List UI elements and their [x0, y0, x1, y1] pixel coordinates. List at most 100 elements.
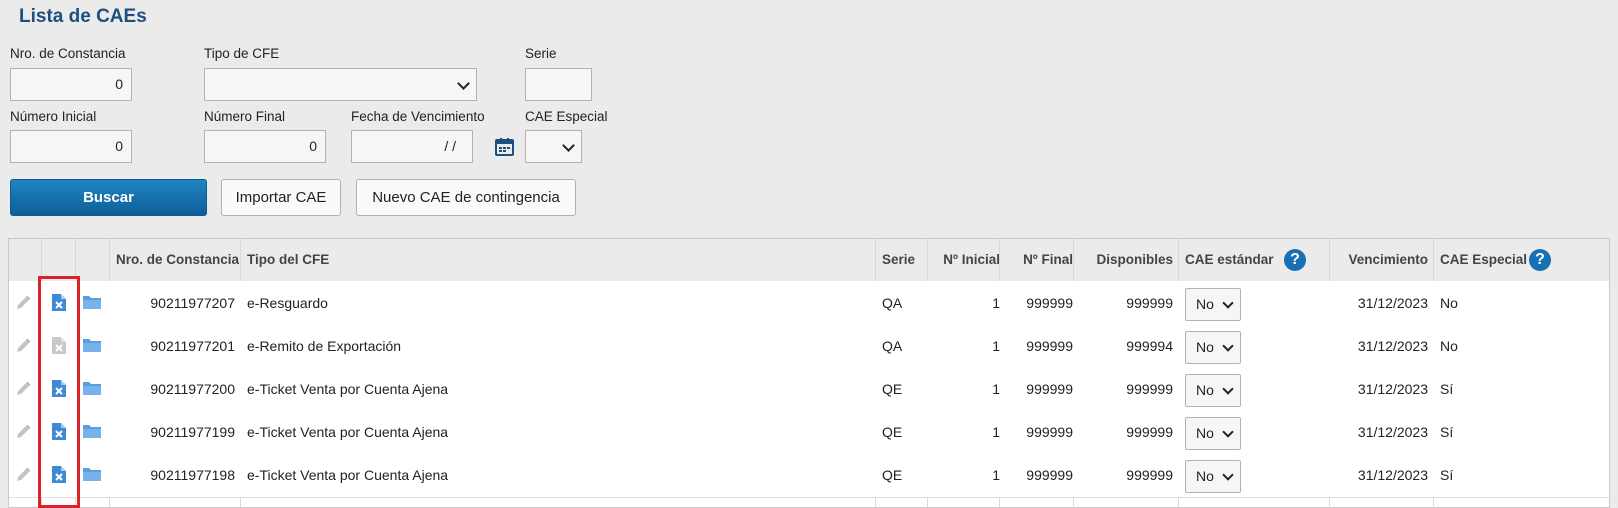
- cell-serie: QA: [882, 338, 903, 354]
- fecha-vencimiento-label: Fecha de Vencimiento: [351, 109, 485, 124]
- cell-nro-final: 999999: [1026, 424, 1073, 440]
- pencil-icon[interactable]: [15, 336, 33, 357]
- delete-file-icon[interactable]: [51, 293, 67, 315]
- cae-estandar-select[interactable]: No: [1185, 417, 1241, 450]
- cell-vencimiento: 31/12/2023: [1357, 295, 1428, 311]
- cell-disponibles: 999999: [1126, 381, 1173, 397]
- cell-nro-constancia: 90211977201: [150, 338, 235, 354]
- col-disponibles[interactable]: Disponibles: [1073, 239, 1173, 281]
- col-nro-final[interactable]: Nº Final: [999, 239, 1073, 281]
- pencil-icon[interactable]: [15, 465, 33, 486]
- folder-icon[interactable]: [82, 380, 102, 399]
- cell-tipo-cfe: e-Ticket Venta por Cuenta Ajena: [247, 424, 449, 440]
- pencil-icon[interactable]: [15, 293, 33, 314]
- chevron-down-icon: [1222, 469, 1234, 481]
- table-row: 90211977207 e-Resguardo QA 1 999999 999999 No 3…: [9, 281, 1609, 326]
- cell-disponibles: 999999: [1126, 424, 1173, 440]
- cell-serie: QE: [882, 467, 903, 483]
- folder-icon[interactable]: [82, 294, 102, 313]
- cae-estandar-select[interactable]: No: [1185, 331, 1241, 364]
- cae-estandar-value: No: [1196, 339, 1214, 355]
- calendar-icon[interactable]: [495, 138, 514, 156]
- numero-inicial-label: Número Inicial: [10, 109, 97, 124]
- cell-disponibles: 999994: [1126, 338, 1173, 354]
- cae-estandar-value: No: [1196, 425, 1214, 441]
- nuevo-cae-contingencia-button[interactable]: Nuevo CAE de contingencia: [356, 179, 576, 216]
- cell-nro-final: 999999: [1026, 467, 1073, 483]
- table-row: 90211977198 e-Ticket Venta por Cuenta Aje…: [9, 453, 1609, 498]
- help-icon[interactable]: ?: [1529, 249, 1551, 271]
- cell-nro-constancia: 90211977207: [150, 295, 235, 311]
- cell-disponibles: 999999: [1126, 467, 1173, 483]
- chevron-down-icon: [1222, 297, 1234, 309]
- cell-nro-final: 999999: [1026, 381, 1073, 397]
- col-vencimiento[interactable]: Vencimiento: [1329, 239, 1428, 281]
- col-serie[interactable]: Serie: [882, 239, 915, 281]
- chevron-down-icon: [1222, 426, 1234, 438]
- table-row: 90211977201 e-Remito de Exportación QA 1 999…: [9, 324, 1609, 369]
- folder-icon[interactable]: [82, 466, 102, 485]
- cell-nro-constancia: 90211977198: [150, 467, 235, 483]
- numero-final-input[interactable]: 0: [204, 130, 326, 163]
- cell-serie: QA: [882, 295, 903, 311]
- cell-cae-especial: Sí: [1440, 467, 1454, 483]
- col-nro-inicial[interactable]: Nº Inicial: [927, 239, 1000, 281]
- col-cae-especial[interactable]: CAE Especial: [1440, 239, 1527, 281]
- cell-nro-inicial: 1: [992, 295, 1000, 311]
- help-icon[interactable]: ?: [1284, 249, 1306, 271]
- cell-cae-especial: Sí: [1440, 381, 1454, 397]
- cell-cae-especial: Sí: [1440, 424, 1454, 440]
- cell-vencimiento: 31/12/2023: [1357, 338, 1428, 354]
- serie-input[interactable]: [525, 68, 592, 101]
- numero-final-label: Número Final: [204, 109, 286, 124]
- fecha-vencimiento-input[interactable]: / /: [351, 130, 473, 163]
- cae-estandar-select[interactable]: No: [1185, 288, 1241, 321]
- cell-nro-constancia: 90211977199: [150, 424, 235, 440]
- delete-file-icon[interactable]: [51, 379, 67, 401]
- pencil-icon[interactable]: [15, 422, 33, 443]
- cae-estandar-value: No: [1196, 468, 1214, 484]
- cae-especial-select[interactable]: [525, 130, 582, 163]
- cae-estandar-select[interactable]: No: [1185, 460, 1241, 493]
- tipo-cfe-select[interactable]: [204, 68, 477, 101]
- nro-constancia-label: Nro. de Constancia: [10, 46, 126, 61]
- table-row: 90211977200 e-Ticket Venta por Cuenta Aje…: [9, 367, 1609, 412]
- cell-vencimiento: 31/12/2023: [1357, 424, 1428, 440]
- col-tipo-cfe[interactable]: Tipo del CFE: [247, 239, 329, 281]
- folder-icon[interactable]: [82, 423, 102, 442]
- serie-label: Serie: [525, 46, 557, 61]
- cae-estandar-select[interactable]: No: [1185, 374, 1241, 407]
- delete-file-icon[interactable]: [51, 422, 67, 444]
- cell-nro-final: 999999: [1026, 295, 1073, 311]
- cell-nro-inicial: 1: [992, 381, 1000, 397]
- table-header: Nro. de Constancia Tipo del CFE Serie Nº…: [9, 239, 1609, 282]
- col-nro-constancia[interactable]: Nro. de Constancia: [116, 239, 239, 281]
- page-title: Lista de CAEs: [19, 6, 147, 27]
- delete-file-icon[interactable]: [51, 465, 67, 487]
- cell-cae-especial: No: [1440, 338, 1458, 354]
- cell-nro-inicial: 1: [992, 467, 1000, 483]
- cell-nro-inicial: 1: [992, 338, 1000, 354]
- col-cae-estandar[interactable]: CAE estándar: [1185, 239, 1274, 281]
- numero-inicial-input[interactable]: 0: [10, 130, 132, 163]
- chevron-down-icon: [562, 139, 575, 152]
- buscar-button[interactable]: Buscar: [10, 179, 207, 216]
- cell-nro-final: 999999: [1026, 338, 1073, 354]
- cell-vencimiento: 31/12/2023: [1357, 467, 1428, 483]
- cae-estandar-value: No: [1196, 296, 1214, 312]
- cell-cae-especial: No: [1440, 295, 1458, 311]
- cell-tipo-cfe: e-Remito de Exportación: [247, 338, 402, 354]
- cae-especial-label: CAE Especial: [525, 109, 608, 124]
- folder-icon[interactable]: [82, 337, 102, 356]
- cell-vencimiento: 31/12/2023: [1357, 381, 1428, 397]
- cell-tipo-cfe: e-Resguardo: [247, 295, 328, 311]
- table-row: 90211977199 e-Ticket Venta por Cuenta Aje…: [9, 410, 1609, 455]
- nro-constancia-input[interactable]: 0: [10, 68, 132, 101]
- pencil-icon[interactable]: [15, 379, 33, 400]
- chevron-down-icon: [457, 77, 470, 90]
- cell-tipo-cfe: e-Ticket Venta por Cuenta Ajena: [247, 467, 449, 483]
- cell-tipo-cfe: e-Ticket Venta por Cuenta Ajena: [247, 381, 449, 397]
- cell-nro-inicial: 1: [992, 424, 1000, 440]
- cell-disponibles: 999999: [1126, 295, 1173, 311]
- importar-cae-button[interactable]: Importar CAE: [221, 179, 341, 216]
